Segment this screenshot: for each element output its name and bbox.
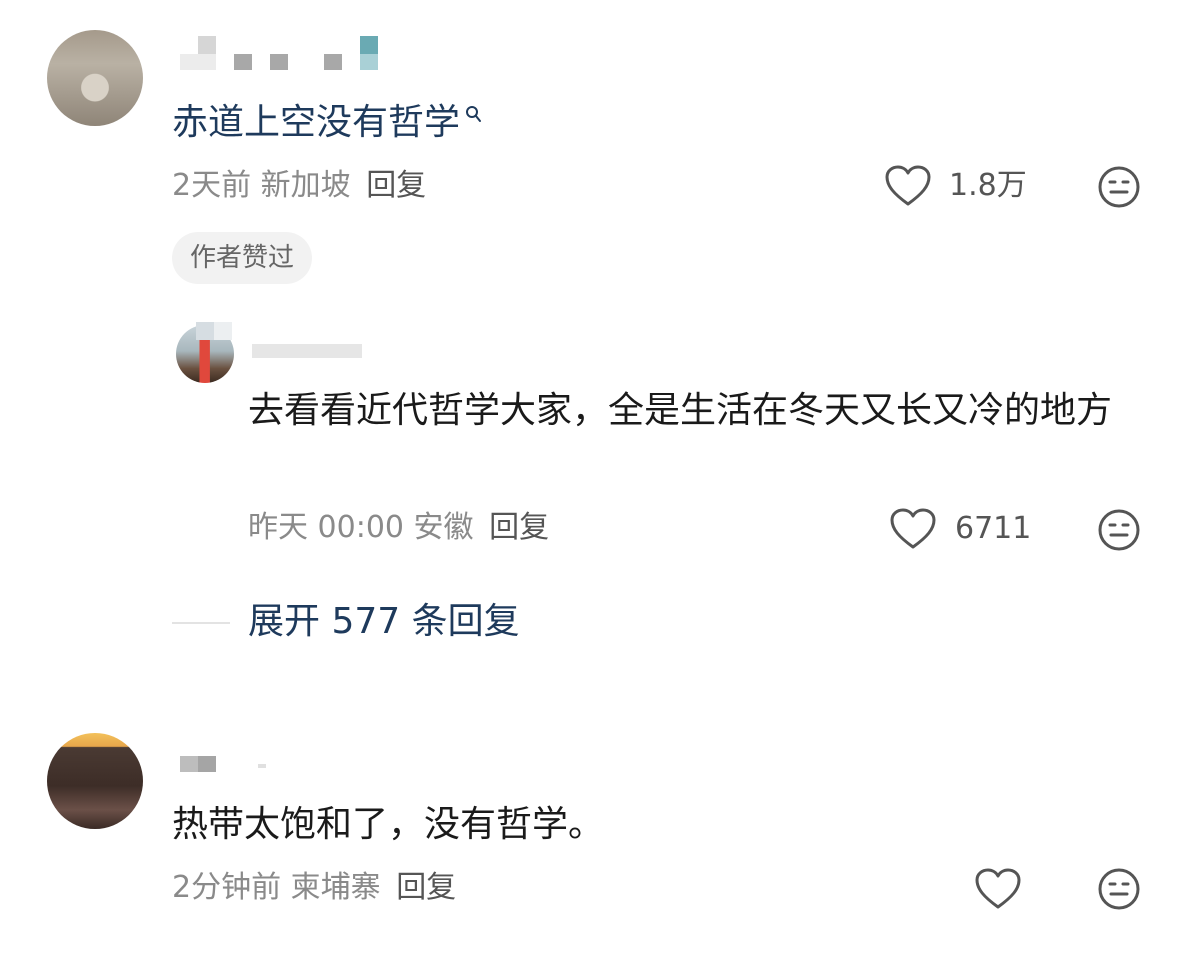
like-count: 1.8万 [949,168,1027,203]
comment-meta: 昨天 00:00 安徽 回复 [248,510,549,546]
expand-replies-button[interactable]: 展开 577 条回复 [248,600,520,644]
comment-location: 安徽 [413,510,474,545]
avatar[interactable] [47,733,143,829]
comment-meta: 2天前 新加坡 回复 [172,168,426,204]
expand-divider [172,622,230,624]
search-icon[interactable] [464,104,484,126]
like-count: 6711 [955,511,1032,546]
comment-meta: 2分钟前 柬埔寨 回复 [172,870,456,906]
avatar[interactable] [47,30,143,126]
comment-text-link[interactable]: 赤道上空没有哲学 [172,102,460,143]
reply-button[interactable]: 回复 [489,510,549,545]
author-liked-badge: 作者赞过 [172,232,313,284]
username-redacted[interactable] [180,756,280,776]
comment-location: 新加坡 [260,168,351,203]
dislike-face-icon[interactable] [1097,508,1141,552]
heart-icon[interactable] [884,164,932,208]
username-redacted[interactable] [196,322,366,362]
username-redacted[interactable] [180,36,380,76]
reply-button[interactable]: 回复 [396,870,456,905]
dislike-face-icon[interactable] [1097,165,1141,209]
comment-time: 昨天 00:00 [248,510,404,545]
comment-text: 去看看近代哲学大家，全是生活在冬天又长又冷的地方 [248,390,1113,431]
comment-location: 柬埔寨 [290,870,381,905]
comment-text: 热带太饱和了，没有哲学。 [172,804,605,845]
reply-button[interactable]: 回复 [366,168,426,203]
comment-text: 赤道上空没有哲学 [172,94,484,152]
heart-icon[interactable] [974,867,1022,911]
dislike-face-icon[interactable] [1097,867,1141,911]
comment-time: 2天前 [172,168,252,203]
comment-time: 2分钟前 [172,870,282,905]
heart-icon[interactable] [889,507,937,551]
